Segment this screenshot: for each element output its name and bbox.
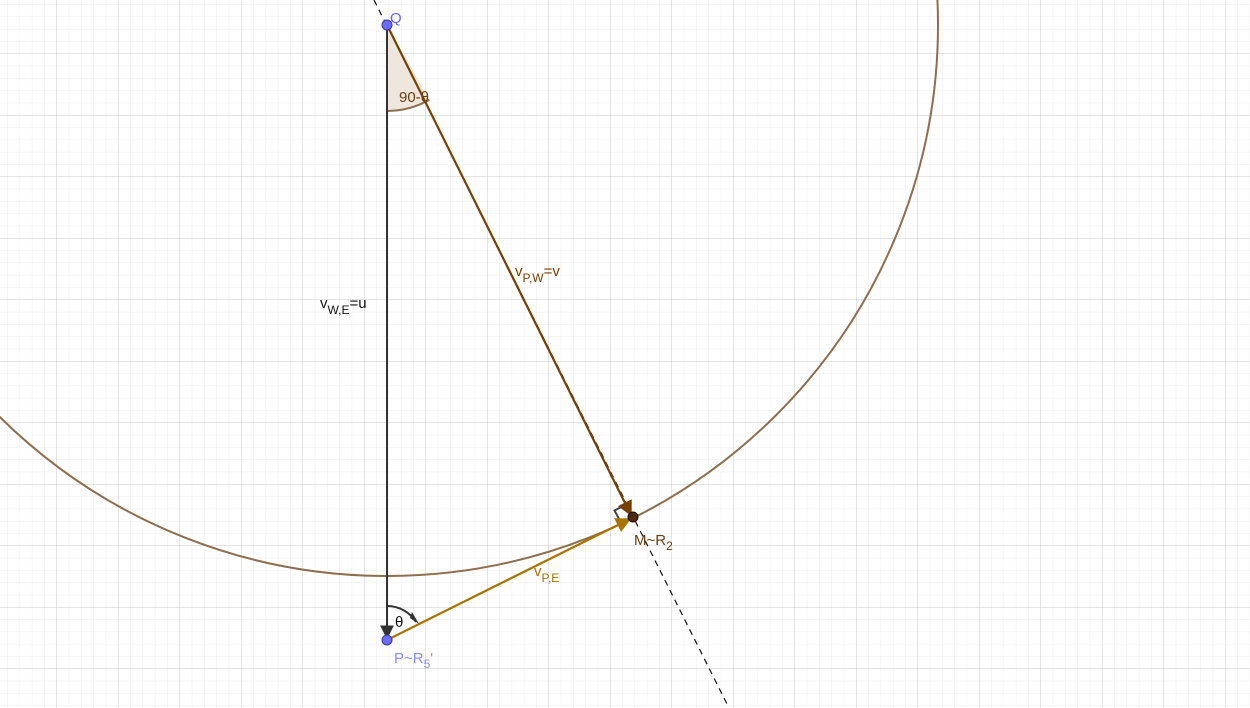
point-Q-label: Q [390, 10, 402, 27]
geometry-canvas[interactable]: Q P~R5' M~R2 vW,E=u vP,W=v vP,E 90-θ θ [0, 0, 1250, 708]
angle-top-label: 90-θ [399, 89, 429, 106]
point-P[interactable] [381, 634, 393, 646]
angle-bottom-label: θ [395, 614, 403, 631]
point-M[interactable] [627, 511, 639, 523]
grid-major [0, 0, 1250, 708]
